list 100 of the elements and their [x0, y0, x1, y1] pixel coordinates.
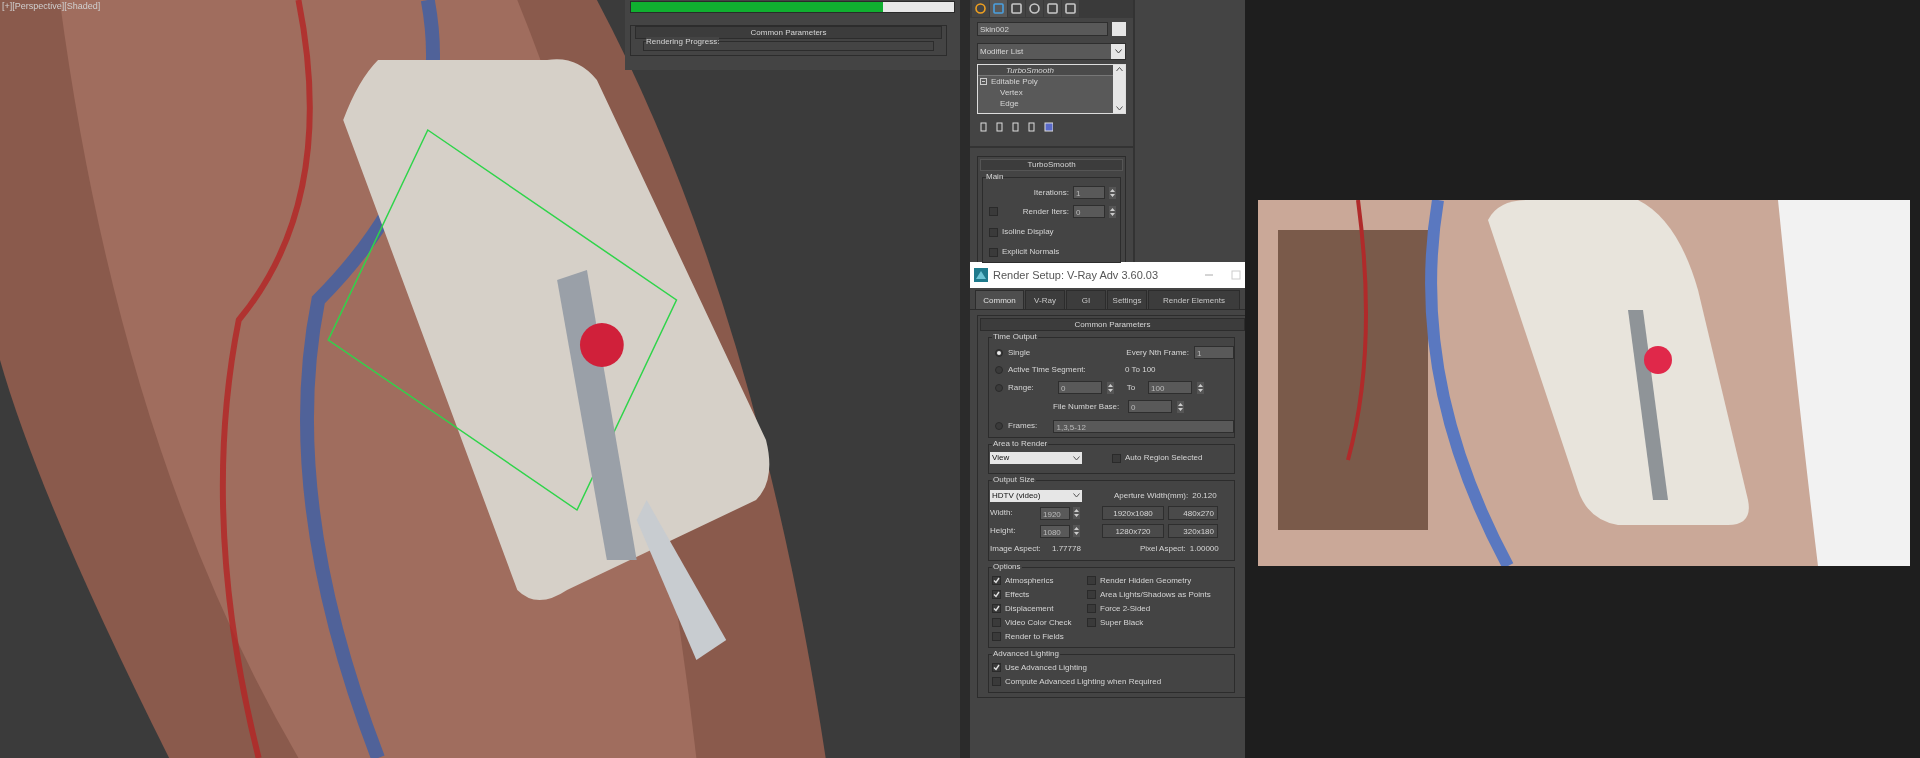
stack-item[interactable]: TurboSmooth	[978, 65, 1113, 76]
checkbox[interactable]	[1112, 453, 1121, 463]
label: Every Nth Frame:	[1126, 346, 1189, 359]
panel-tab[interactable]	[1008, 0, 1025, 17]
tab[interactable]: V-Ray	[1025, 290, 1065, 309]
dropdown[interactable]: HDTV (video)	[990, 489, 1082, 502]
radio-button[interactable]	[995, 348, 1003, 357]
dropdown[interactable]: View	[990, 452, 1082, 464]
label: Width:	[990, 507, 1014, 519]
label: Use Advanced Lighting	[1005, 661, 1087, 674]
window-title: Render Setup: V-Ray Adv 3.60.03	[993, 267, 1160, 283]
stack-tool-icon[interactable]	[995, 121, 1005, 133]
preset-button[interactable]: 1920x1080	[1102, 506, 1164, 520]
label: Force 2-Sided	[1100, 602, 1151, 615]
panel-tab[interactable]	[1062, 0, 1079, 17]
group-title: Rendering Progress:	[646, 37, 720, 47]
tab-icon	[1047, 3, 1058, 14]
checkbox[interactable]	[992, 663, 1001, 672]
checkbox[interactable]	[1087, 576, 1096, 585]
checkbox[interactable]	[992, 590, 1001, 599]
spinner-icon[interactable]	[1109, 205, 1116, 218]
collapse-icon[interactable]	[980, 78, 987, 85]
checkbox[interactable]	[1087, 590, 1096, 599]
checkbox[interactable]	[992, 576, 1001, 585]
viewport-label[interactable]: [+][Perspective][Shaded]	[2, 1, 101, 11]
preset-button[interactable]: 320x180	[1168, 524, 1218, 538]
spinner-icon[interactable]	[1109, 186, 1116, 199]
number-field[interactable]: 1080	[1040, 524, 1070, 538]
scrollbar[interactable]	[1113, 65, 1125, 113]
preset-button[interactable]: 480x270	[1168, 506, 1218, 520]
rollout-header[interactable]: Common Parameters	[635, 26, 942, 39]
rollout-header[interactable]: Common Parameters	[980, 318, 1245, 331]
spinner-icon[interactable]	[1073, 525, 1080, 537]
spinner-icon[interactable]	[1197, 381, 1204, 394]
group-title: Options	[992, 562, 1022, 572]
caret-icon	[1073, 493, 1080, 498]
checkbox[interactable]	[1087, 604, 1096, 613]
rollout-header[interactable]: TurboSmooth	[980, 159, 1123, 171]
number-field[interactable]: 1	[1073, 186, 1105, 199]
spinner-icon[interactable]	[1073, 507, 1080, 519]
panel-tab[interactable]	[1044, 0, 1061, 17]
label: Pixel Aspect:	[1140, 543, 1186, 555]
label: Render Hidden Geometry	[1100, 574, 1192, 587]
stack-tool-icon[interactable]	[1011, 121, 1021, 133]
number-field[interactable]: 1	[1194, 346, 1234, 359]
label: File Number Base:	[1053, 400, 1121, 413]
panel-tab[interactable]	[1026, 0, 1043, 17]
stack-item[interactable]: Vertex	[978, 87, 1113, 98]
number-field[interactable]: 1920	[1040, 506, 1070, 520]
label: Render to Fields	[1005, 630, 1064, 643]
checkbox[interactable]	[992, 604, 1001, 613]
modifier-list-dropdown[interactable]: Modifier List	[977, 43, 1126, 60]
spinner-icon[interactable]	[1107, 381, 1114, 394]
stack-tool-icon[interactable]	[979, 121, 989, 133]
tab[interactable]: Common	[975, 290, 1024, 309]
label: Height:	[990, 525, 1017, 537]
label: Iterations:	[1033, 186, 1069, 199]
checkbox[interactable]	[989, 227, 998, 237]
color-swatch[interactable]	[1112, 22, 1126, 36]
group-title: Area to Render	[992, 439, 1049, 449]
stack-tool-icon[interactable]	[1043, 121, 1053, 133]
tab-icon	[993, 3, 1004, 14]
spinner-icon[interactable]	[1177, 400, 1184, 413]
stack-item[interactable]: Edge	[978, 98, 1113, 109]
checkbox[interactable]	[992, 677, 1001, 686]
stack-tool-icon[interactable]	[1027, 121, 1037, 133]
tab[interactable]: Render Elements	[1148, 290, 1240, 309]
tab-icon	[1011, 3, 1022, 14]
number-field[interactable]: 0	[1128, 400, 1172, 413]
tab-icon	[1029, 3, 1040, 14]
number-field[interactable]: 0	[1073, 205, 1105, 218]
scroll-down-icon[interactable]	[1115, 106, 1123, 111]
group-title: Main	[986, 172, 1004, 182]
label: 1.00000	[1189, 543, 1219, 555]
checkbox[interactable]	[992, 618, 1001, 627]
checkbox[interactable]	[1087, 618, 1096, 627]
number-field[interactable]: 100	[1148, 381, 1192, 394]
scroll-up-icon[interactable]	[1115, 67, 1123, 72]
group-title: Advanced Lighting	[992, 649, 1060, 659]
tab-icon	[1065, 3, 1076, 14]
label: 20.120	[1192, 489, 1217, 502]
group-title: Time Output	[992, 332, 1038, 342]
label: Atmospherics	[1005, 574, 1054, 587]
label: Super Black	[1100, 616, 1144, 629]
label: Explicit Normals	[1002, 246, 1060, 258]
caret-icon	[1073, 455, 1080, 461]
object-name-field[interactable]: Skin002	[977, 22, 1109, 36]
label: To	[1125, 381, 1137, 394]
stack-item[interactable]: Editable Poly	[978, 76, 1113, 87]
checkbox[interactable]	[989, 207, 998, 216]
label: Aperture Width(mm):	[1114, 489, 1189, 502]
number-field[interactable]: 0	[1058, 381, 1102, 394]
frames-field[interactable]: 1,3,5-12	[1053, 419, 1234, 433]
tab[interactable]: Settings	[1107, 290, 1147, 309]
checkbox[interactable]	[992, 632, 1001, 641]
checkbox[interactable]	[989, 247, 998, 257]
preset-button[interactable]: 1280x720	[1102, 524, 1164, 538]
app-icon	[974, 268, 988, 282]
tab[interactable]: GI	[1066, 290, 1106, 309]
panel-tab[interactable]	[972, 0, 989, 17]
